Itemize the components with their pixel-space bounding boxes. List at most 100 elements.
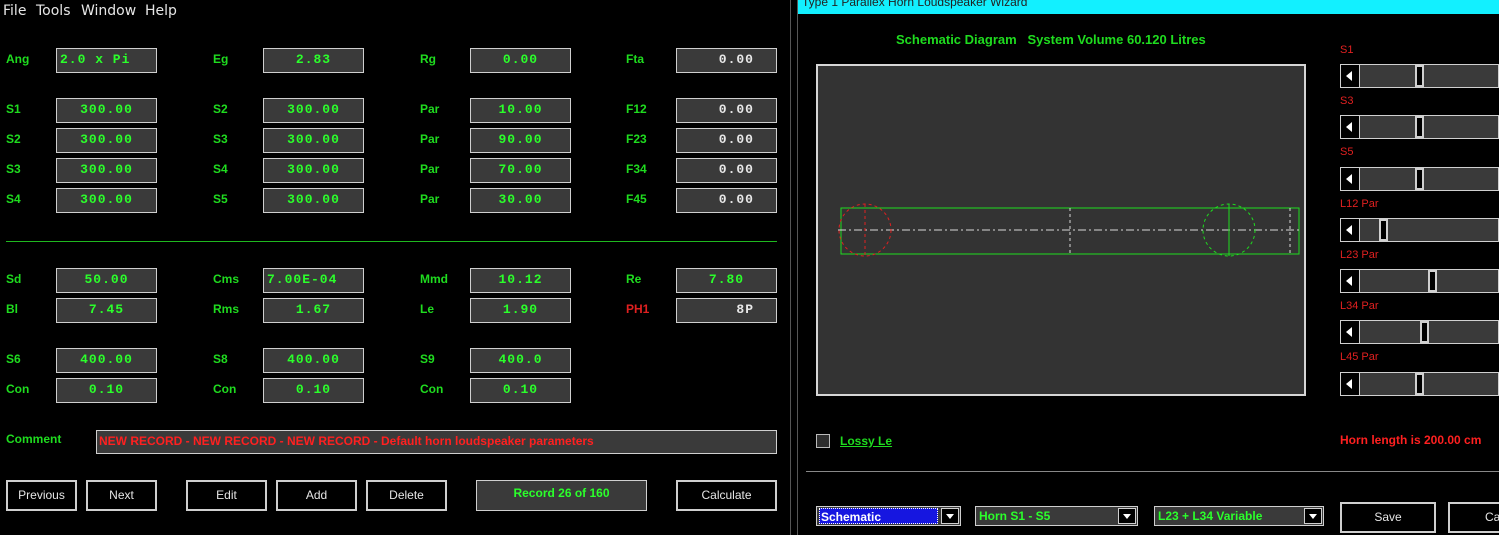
par2-field[interactable]: 90.00 (470, 128, 571, 153)
s3-row-label: S3 (6, 162, 21, 176)
slider-thumb[interactable] (1414, 65, 1424, 87)
re-label: Re (626, 272, 642, 286)
sd-field[interactable]: 50.00 (56, 268, 157, 293)
ang-label: Ang (6, 52, 30, 66)
s4-row-field[interactable]: 300.00 (56, 188, 157, 213)
rms-label: Rms (213, 302, 240, 316)
edit-button[interactable]: Edit (186, 480, 267, 511)
s6-field[interactable]: 400.00 (56, 348, 157, 373)
next-button[interactable]: Next (86, 480, 157, 511)
con1-field[interactable]: 0.10 (56, 378, 157, 403)
s3-label: S3 (213, 132, 228, 146)
s4-row-label: S4 (6, 192, 21, 206)
con3-label: Con (420, 382, 444, 396)
lossy-le-label[interactable]: Lossy Le (840, 434, 892, 448)
horn-section-select[interactable]: Horn S1 - S5 (975, 506, 1138, 526)
save-button[interactable]: Save (1340, 502, 1436, 533)
ang-field[interactable]: 2.0 x Pi (56, 48, 157, 73)
par1-field[interactable]: 10.00 (470, 98, 571, 123)
variable-select[interactable]: L23 + L34 Variable (1154, 506, 1324, 526)
add-button[interactable]: Add (276, 480, 357, 511)
bl-field[interactable]: 7.45 (56, 298, 157, 323)
slider-left-arrow-icon[interactable] (1341, 270, 1360, 292)
slider-s5-label: S5 (1340, 146, 1354, 158)
con2-field[interactable]: 0.10 (263, 378, 364, 403)
slider-thumb[interactable] (1419, 321, 1429, 343)
slider-thumb[interactable] (1414, 373, 1424, 395)
s1-label: S1 (6, 102, 21, 116)
slider-left-arrow-icon[interactable] (1341, 168, 1360, 190)
slider-left-arrow-icon[interactable] (1341, 219, 1360, 241)
f23-field[interactable]: 0.00 (676, 128, 777, 153)
record-counter: Record 26 of 160 (476, 480, 647, 511)
slider-thumb[interactable] (1414, 168, 1424, 190)
chevron-down-icon[interactable] (941, 508, 959, 524)
slider-left-arrow-icon[interactable] (1341, 373, 1360, 395)
le-field[interactable]: 1.90 (470, 298, 571, 323)
menu-help[interactable]: Help (145, 3, 177, 19)
rms-field[interactable]: 1.67 (263, 298, 364, 323)
slider-left-arrow-icon[interactable] (1341, 65, 1360, 87)
f45-field[interactable]: 0.00 (676, 188, 777, 213)
slider-s3[interactable] (1340, 115, 1499, 139)
slider-l34[interactable] (1340, 320, 1499, 344)
con2-label: Con (213, 382, 237, 396)
wizard-title-bar[interactable]: Type 1 Parallex Horn Loudspeaker Wizard (798, 0, 1499, 14)
pane-splitter[interactable] (790, 0, 798, 535)
f12-label: F12 (626, 102, 647, 116)
comment-field[interactable]: NEW RECORD - NEW RECORD - NEW RECORD - D… (96, 430, 777, 454)
ph1-field[interactable]: 8P (676, 298, 777, 323)
view-mode-select[interactable]: Schematic (816, 506, 961, 526)
slider-left-arrow-icon[interactable] (1341, 116, 1360, 138)
slider-s5[interactable] (1340, 167, 1499, 191)
slider-thumb[interactable] (1378, 219, 1388, 241)
s1-field[interactable]: 300.00 (56, 98, 157, 123)
chevron-down-icon[interactable] (1304, 508, 1322, 524)
s3-row-field[interactable]: 300.00 (56, 158, 157, 183)
rg-field[interactable]: 0.00 (470, 48, 571, 73)
slider-left-arrow-icon[interactable] (1341, 321, 1360, 343)
schematic-title: Schematic Diagram System Volume 60.120 L… (896, 32, 1206, 47)
s8-field[interactable]: 400.00 (263, 348, 364, 373)
s2-field[interactable]: 300.00 (263, 98, 364, 123)
slider-l12[interactable] (1340, 218, 1499, 242)
calculate-button[interactable]: Calculate (676, 480, 777, 511)
f34-field[interactable]: 0.00 (676, 158, 777, 183)
par3-field[interactable]: 70.00 (470, 158, 571, 183)
menu-window[interactable]: Window (81, 3, 136, 19)
eg-field[interactable]: 2.83 (263, 48, 364, 73)
slider-s1[interactable] (1340, 64, 1499, 88)
chevron-down-icon[interactable] (1118, 508, 1136, 524)
menu-file[interactable]: File (3, 3, 26, 19)
f34-label: F34 (626, 162, 647, 176)
horn-length-readout: Horn length is 200.00 cm (1340, 433, 1482, 447)
par4-field[interactable]: 30.00 (470, 188, 571, 213)
s3-field[interactable]: 300.00 (263, 128, 364, 153)
wizard-title: Type 1 Parallex Horn Loudspeaker Wizard (802, 0, 1028, 9)
mmd-field[interactable]: 10.12 (470, 268, 571, 293)
le-label: Le (420, 302, 435, 316)
slider-thumb[interactable] (1427, 270, 1437, 292)
previous-button[interactable]: Previous (6, 480, 77, 511)
con3-field[interactable]: 0.10 (470, 378, 571, 403)
delete-button[interactable]: Delete (366, 480, 447, 511)
cancel-button[interactable]: Cancel (1448, 502, 1499, 533)
f12-field[interactable]: 0.00 (676, 98, 777, 123)
s4-label: S4 (213, 162, 228, 176)
s4-field[interactable]: 300.00 (263, 158, 364, 183)
s5-field[interactable]: 300.00 (263, 188, 364, 213)
cms-field[interactable]: 7.00E-04 (263, 268, 364, 293)
fta-field[interactable]: 0.00 (676, 48, 777, 73)
menu-tools[interactable]: Tools (36, 3, 71, 19)
s8-label: S8 (213, 352, 228, 366)
slider-thumb[interactable] (1414, 116, 1424, 138)
s9-field[interactable]: 400.0 (470, 348, 571, 373)
section-divider (6, 241, 777, 242)
slider-l45[interactable] (1340, 372, 1499, 396)
lossy-le-checkbox[interactable] (816, 434, 830, 448)
f45-label: F45 (626, 192, 647, 206)
slider-l23[interactable] (1340, 269, 1499, 293)
s2-row-field[interactable]: 300.00 (56, 128, 157, 153)
rg-label: Rg (420, 52, 436, 66)
re-field[interactable]: 7.80 (676, 268, 777, 293)
